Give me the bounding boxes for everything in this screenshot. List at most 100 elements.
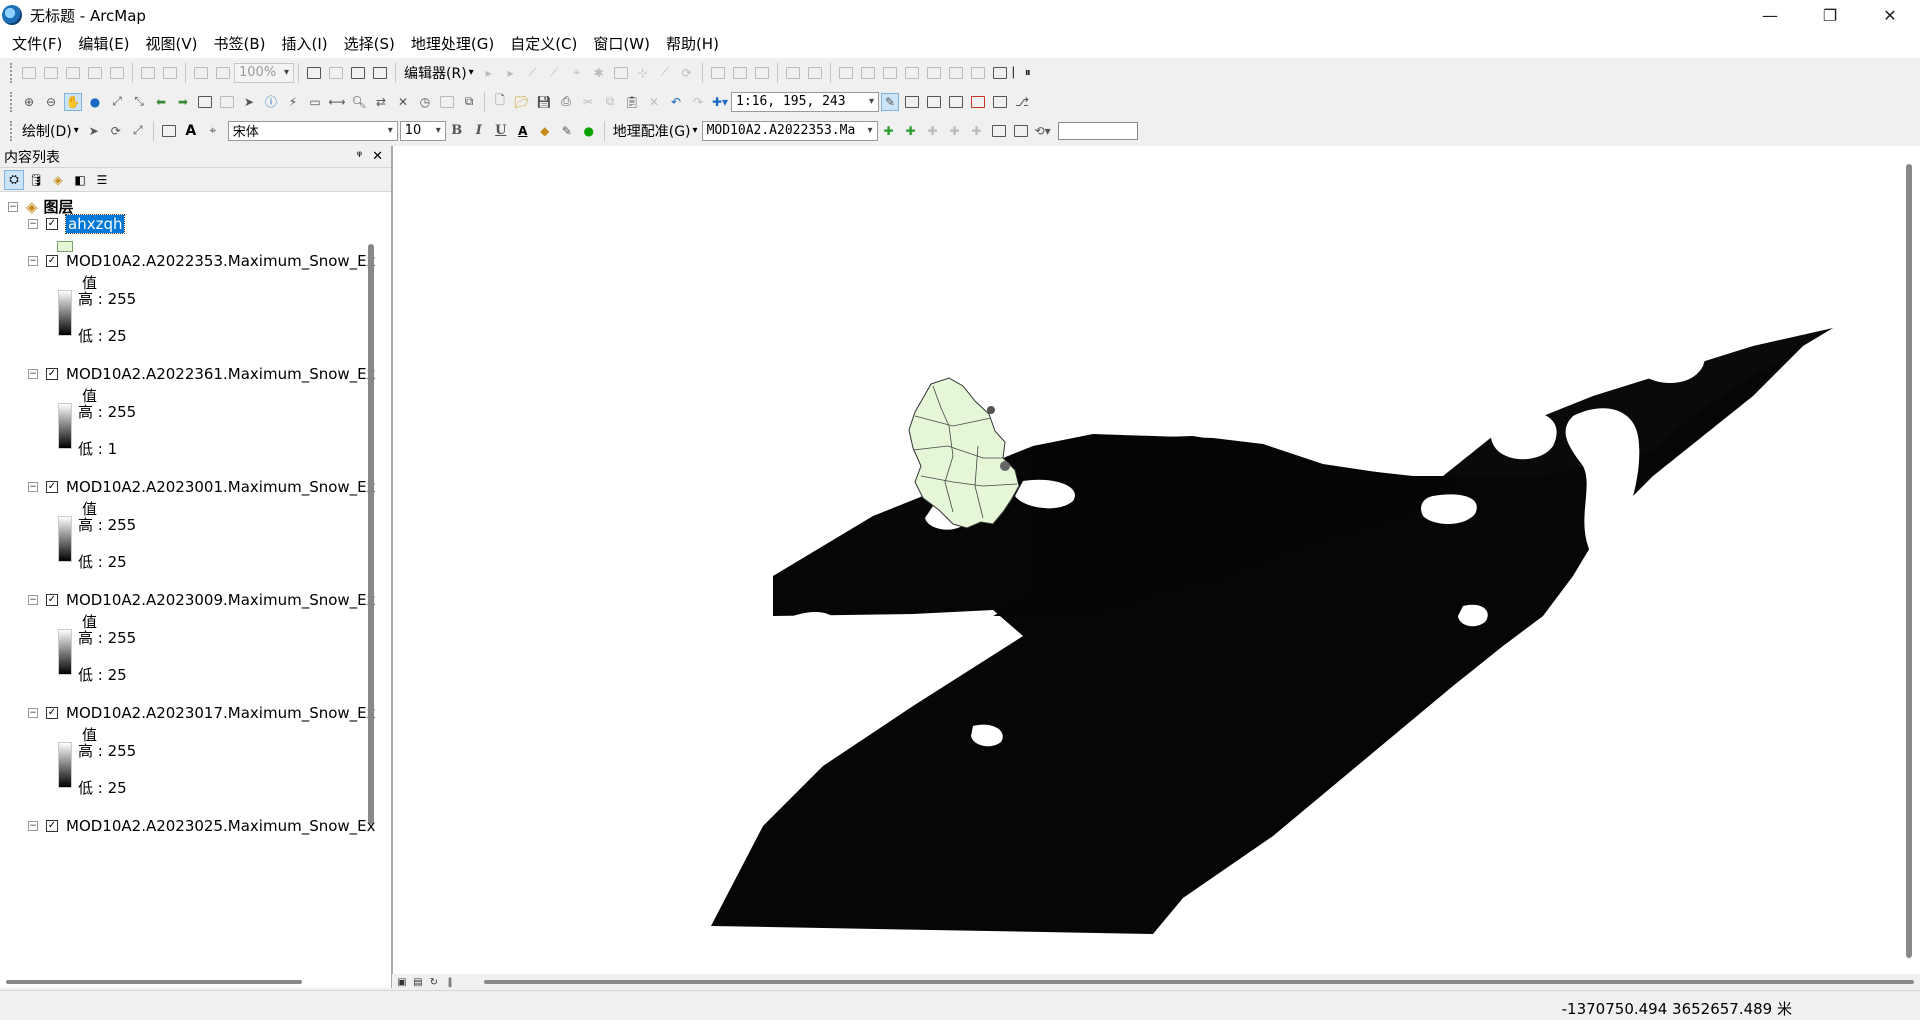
toc-horizontal-scrollbar[interactable] — [6, 980, 302, 984]
topology-icon[interactable] — [784, 64, 802, 82]
map-vertical-scrollbar[interactable] — [1906, 164, 1912, 958]
bold-button[interactable]: B — [448, 122, 466, 140]
toc-options-icon[interactable]: ☰ — [92, 170, 112, 190]
collapse-icon[interactable]: − — [28, 708, 38, 718]
font-name-combo[interactable]: 宋体 ▾ — [227, 120, 398, 141]
editor-menu[interactable]: 编辑器(R) — [400, 63, 478, 83]
cut-icon[interactable]: ✂ — [579, 93, 597, 111]
print-icon[interactable]: ⎙ — [557, 93, 575, 111]
layer-name[interactable]: MOD10A2.A2022353.Maximum_Snow_Ex — [66, 252, 376, 270]
data-view-icon[interactable]: ▣ — [396, 976, 408, 988]
zoom-100-icon[interactable] — [108, 64, 126, 82]
italic-button[interactable]: I — [470, 122, 488, 140]
viewer-icon[interactable] — [990, 122, 1008, 140]
stretch-color-ramp[interactable] — [58, 516, 72, 562]
go-to-xy-icon[interactable]: ✕ — [394, 93, 412, 111]
layer-visibility-checkbox[interactable]: ✓ — [46, 368, 58, 380]
time-slider-icon[interactable]: ◷ — [416, 93, 434, 111]
zoom-out-icon[interactable]: ⊖ — [42, 93, 60, 111]
paste-icon[interactable]: 📋︎ — [623, 93, 641, 111]
toc-close-icon[interactable]: ✕ — [372, 149, 383, 164]
layer-name[interactable]: MOD10A2.A2023009.Maximum_Snow_Ex — [66, 591, 376, 609]
attributes-icon[interactable] — [709, 64, 727, 82]
menu-bookmarks[interactable]: 书签(B) — [206, 30, 274, 58]
fill-color-icon[interactable]: ◆ — [536, 122, 554, 140]
menu-geoprocessing[interactable]: 地理处理(G) — [403, 30, 502, 58]
rectangle-icon[interactable] — [160, 122, 178, 140]
layout-zoom-in-icon[interactable] — [20, 64, 38, 82]
hyperlink-icon[interactable]: ⚡ — [284, 93, 302, 111]
fixed-zoom-in-map-icon[interactable]: ⤢ — [108, 93, 126, 111]
delete-link-icon[interactable]: ✚ — [968, 122, 986, 140]
collapse-icon[interactable]: − — [28, 256, 38, 266]
rotate-icon[interactable]: ⟳ — [107, 122, 125, 140]
text-icon[interactable]: A — [182, 122, 200, 140]
full-extent-icon[interactable]: ● — [86, 93, 104, 111]
undo-icon[interactable]: ↶ — [667, 93, 685, 111]
create-features-icon[interactable] — [753, 64, 771, 82]
raster-layer-2[interactable]: − ✓ MOD10A2.A2022361.Maximum_Snow_Ex — [28, 365, 376, 383]
topology-edit-icon[interactable] — [806, 64, 824, 82]
data-driven-pages-icon[interactable] — [371, 64, 389, 82]
layout-view-icon[interactable]: ▤ — [412, 976, 424, 988]
edit-annotation-icon[interactable]: ▸ — [502, 64, 520, 82]
change-layout-icon[interactable] — [349, 64, 367, 82]
georeferencing-menu[interactable]: 地理配准(G) — [609, 121, 702, 141]
fixed-zoom-in-icon[interactable] — [139, 64, 157, 82]
pin-icon[interactable]: ᵠ — [357, 149, 362, 164]
menu-view[interactable]: 视图(V) — [138, 30, 206, 58]
forward-extent-icon[interactable] — [214, 64, 232, 82]
fixed-zoom-out-map-icon[interactable]: ⤡ — [130, 93, 148, 111]
line-color-icon[interactable]: ✎ — [558, 122, 576, 140]
step-icon[interactable]: ⎸⏸ — [1013, 64, 1031, 82]
list-by-selection-icon[interactable]: ◧ — [70, 170, 90, 190]
stretch-color-ramp[interactable] — [58, 742, 72, 788]
catalog-window-icon[interactable] — [925, 93, 943, 111]
collapse-icon[interactable]: − — [28, 219, 38, 229]
pause-drawing-icon[interactable]: ‖ — [444, 976, 456, 988]
polygon-symbol-patch[interactable] — [57, 241, 73, 252]
endpoint-arc-icon[interactable]: ⟋ — [546, 64, 564, 82]
edit-tool-icon[interactable]: ▸ — [480, 64, 498, 82]
select-elements-draw-icon[interactable]: ➤ — [85, 122, 103, 140]
stretch-color-ramp[interactable] — [58, 403, 72, 449]
restore-button[interactable]: ❐ — [1800, 0, 1860, 30]
layer-visibility-checkbox[interactable]: ✓ — [46, 255, 58, 267]
stretch-color-ramp[interactable] — [58, 629, 72, 675]
underline-button[interactable]: U — [492, 122, 510, 140]
layer-name[interactable]: MOD10A2.A2022361.Maximum_Snow_Ex — [66, 365, 376, 383]
zoom-to-selected-elements-icon[interactable]: ⤢ — [129, 122, 147, 140]
list-by-drawing-order-icon[interactable]: ⛭ — [4, 169, 24, 190]
sketch-properties-icon[interactable] — [731, 64, 749, 82]
clear-selection-icon[interactable] — [218, 93, 236, 111]
stretch-color-ramp[interactable] — [58, 290, 72, 336]
search-window-icon[interactable] — [947, 93, 965, 111]
menu-file[interactable]: 文件(F) — [4, 30, 70, 58]
redo-icon[interactable]: ↷ — [689, 93, 707, 111]
view-link-table-icon[interactable] — [1012, 122, 1030, 140]
collapse-icon[interactable]: − — [28, 482, 38, 492]
new-document-icon[interactable]: 🗋 — [491, 93, 509, 111]
layer-name[interactable]: MOD10A2.A2023025.Maximum_Snow_Ex — [66, 817, 376, 835]
layer-visibility-checkbox[interactable]: ✓ — [46, 594, 58, 606]
georef-layer-combo[interactable]: MOD10A2.A2022353.Ma ▾ — [701, 120, 878, 141]
auto-registration-icon[interactable]: ✚ — [902, 122, 920, 140]
copy-icon[interactable]: ⧉ — [601, 93, 619, 111]
raster-layer-6[interactable]: − ✓ MOD10A2.A2023025.Maximum_Snow_Ex — [28, 817, 376, 835]
fix-topology-icon[interactable] — [881, 64, 899, 82]
collapse-icon[interactable]: − — [28, 595, 38, 605]
create-viewer-icon[interactable] — [438, 93, 456, 111]
draw-menu[interactable]: 绘制(D) — [18, 121, 83, 141]
rotation-input[interactable] — [1057, 121, 1138, 140]
cut-polygons-icon[interactable]: ⟋ — [656, 64, 674, 82]
reshape-icon[interactable]: ⊹ — [634, 64, 652, 82]
georef-tool-icon[interactable] — [969, 64, 987, 82]
zoom-in-icon[interactable]: ⊕ — [20, 93, 38, 111]
python-window-icon[interactable] — [991, 93, 1009, 111]
raster-layer-5[interactable]: − ✓ MOD10A2.A2023017.Maximum_Snow_Ex — [28, 704, 376, 722]
toolbar-grip[interactable] — [10, 62, 14, 83]
arctoolbox-icon[interactable] — [969, 93, 987, 111]
minimize-button[interactable]: — — [1740, 0, 1800, 30]
focus-data-frame-icon[interactable] — [327, 64, 345, 82]
collapse-icon[interactable]: − — [28, 369, 38, 379]
